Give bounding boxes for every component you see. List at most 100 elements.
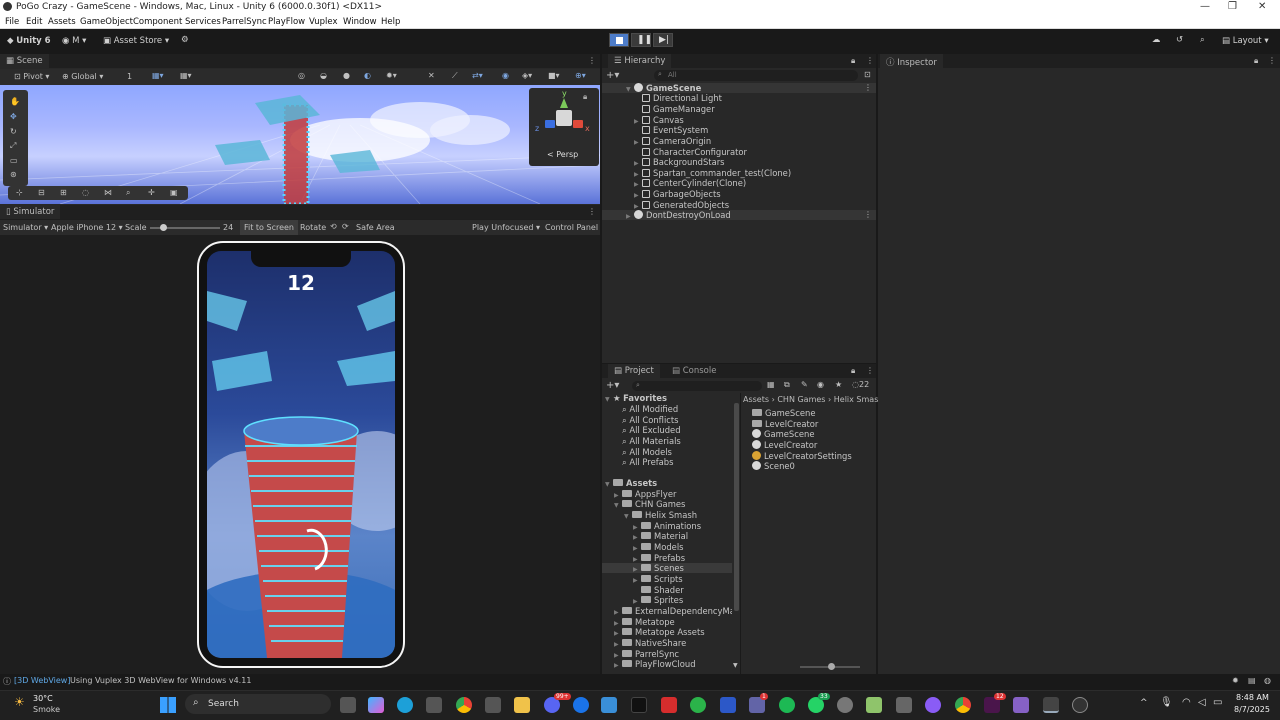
project-divider[interactable]: [740, 393, 741, 674]
project-folder[interactable]: ▶ NativeShare: [614, 638, 686, 649]
favorite-item[interactable]: ⌕ All Excluded: [622, 425, 681, 436]
hierarchy-item[interactable]: ▶ GeneratedObjects: [634, 200, 729, 211]
hierarchy-item[interactable]: ▶ Canvas: [634, 115, 684, 126]
expand-arrow-icon[interactable]: ▶: [614, 662, 622, 669]
history-icon[interactable]: ↺: [1176, 35, 1183, 45]
expand-arrow-icon[interactable]: ▶: [633, 534, 641, 541]
project-folder[interactable]: Shader: [633, 585, 684, 596]
scale-slider-handle[interactable]: [160, 224, 167, 231]
lighting-toggle-icon[interactable]: ✹▾: [386, 71, 397, 80]
expand-arrow-icon[interactable]: ▼: [605, 396, 613, 403]
notepad-icon[interactable]: [866, 697, 882, 713]
hierarchy-menu-icon[interactable]: ⋮: [866, 56, 874, 65]
edge-icon[interactable]: [397, 697, 413, 713]
menu-gameobject[interactable]: GameObject: [80, 17, 133, 27]
project-folder[interactable]: ▶ ParrelSync: [614, 649, 679, 660]
hidden-objects-icon[interactable]: ◈▾: [522, 71, 532, 80]
gizmos-dropdown-icon[interactable]: ⊕▾: [575, 71, 586, 80]
breadcrumb-helix-smash[interactable]: Helix Smas: [834, 395, 879, 404]
breadcrumb-assets[interactable]: Assets: [743, 395, 769, 404]
overlay-tool-2-icon[interactable]: ⊟: [38, 188, 45, 197]
hierarchy-expand-icon[interactable]: ⊡: [864, 70, 871, 79]
scene-menu-icon[interactable]: ⋮: [588, 56, 596, 65]
fx-toggle-icon[interactable]: ⟋: [452, 71, 458, 81]
hand-tool-icon[interactable]: ✋: [10, 97, 20, 106]
expand-arrow-icon[interactable]: ▶: [634, 160, 642, 167]
pivot-dropdown[interactable]: ⊡ Pivot ▾: [14, 72, 49, 81]
asset-item[interactable]: LevelCreator: [752, 419, 818, 430]
project-folder[interactable]: ▶ Models: [633, 542, 684, 553]
effects-dropdown-icon[interactable]: ⇄▾: [472, 71, 483, 80]
asset-store-button[interactable]: ▣ Asset Store ▾: [103, 36, 169, 46]
expand-arrow-icon[interactable]: ▼: [605, 481, 613, 488]
user-button[interactable]: ◉ M ▾: [62, 36, 86, 46]
pen-app-icon[interactable]: [601, 697, 617, 713]
project-folder[interactable]: ▶ Animations: [633, 521, 701, 532]
expand-arrow-icon[interactable]: ▶: [633, 566, 641, 573]
clock-date[interactable]: 8/7/2025: [1234, 705, 1270, 714]
lock-icon[interactable]: 🔒︎: [583, 92, 587, 102]
github-icon[interactable]: [925, 697, 941, 713]
overlay-tool-4-icon[interactable]: ◌: [82, 188, 89, 197]
project-add-button[interactable]: +▾: [606, 380, 619, 391]
asset-item[interactable]: GameScene: [752, 429, 814, 440]
menu-file[interactable]: File: [5, 17, 19, 27]
expand-arrow-icon[interactable]: ▶: [633, 556, 641, 563]
rotate-tool-icon[interactable]: ↻: [10, 127, 17, 136]
debug-icon[interactable]: ✹: [1232, 676, 1239, 685]
menu-component[interactable]: Component: [133, 17, 182, 27]
snap-increment[interactable]: 1: [127, 72, 132, 81]
hierarchy-item[interactable]: ▶ CameraOrigin: [634, 136, 711, 147]
unity-hub-icon[interactable]: [485, 697, 501, 713]
search-by-type-icon[interactable]: ▦: [767, 380, 775, 389]
status-message[interactable]: Using Vuplex 3D WebView for Windows v4.1…: [70, 676, 251, 685]
menu-playflow[interactable]: PlayFlow: [268, 17, 305, 27]
tab-inspector[interactable]: ⓘ Inspector: [880, 54, 943, 68]
calculator-icon[interactable]: [896, 697, 912, 713]
project-folder[interactable]: ▶ Metatope: [614, 617, 675, 628]
hierarchy-scene-root[interactable]: ▼ GameScene: [626, 83, 701, 94]
taskbar-search[interactable]: ⌕ Search: [185, 694, 331, 714]
save-search-icon[interactable]: ✎: [801, 380, 808, 389]
game-screen[interactable]: 12: [207, 251, 395, 658]
notification-icon[interactable]: ◍: [1264, 676, 1271, 685]
persp-toggle[interactable]: < Persp: [547, 150, 578, 159]
control-panel-button[interactable]: Control Panel: [545, 223, 598, 232]
project-folder[interactable]: ▼ Helix Smash: [624, 510, 697, 521]
tab-scene[interactable]: ▦ Scene: [0, 54, 49, 68]
minimize-icon[interactable]: —: [1200, 1, 1210, 12]
project-folder[interactable]: ▼ CHN Games: [614, 499, 685, 510]
menu-window[interactable]: Window: [343, 17, 377, 27]
tab-console[interactable]: ▤ Console: [666, 364, 722, 378]
green-app-icon[interactable]: [690, 697, 706, 713]
audio-toggle-icon[interactable]: ✕: [428, 71, 435, 80]
start-windows-icon[interactable]: [160, 697, 176, 713]
chrome-profile-icon[interactable]: [955, 697, 971, 713]
tab-simulator[interactable]: ▯ Simulator: [0, 205, 61, 219]
copilot-icon[interactable]: [368, 697, 384, 713]
global-dropdown[interactable]: ⊕ Global ▾: [62, 72, 103, 81]
expand-arrow-icon[interactable]: ▼: [624, 513, 632, 520]
grid-visibility-icon[interactable]: ▦▾: [180, 71, 192, 80]
project-folder[interactable]: ▶ Sprites: [633, 595, 683, 606]
clock-time[interactable]: 8:48 AM: [1236, 693, 1269, 702]
maximize-icon[interactable]: ❐: [1228, 1, 1237, 12]
project-folder[interactable]: ▶ Material: [633, 531, 688, 542]
microphone-icon[interactable]: 🎙︎: [1160, 697, 1173, 708]
hierarchy-lock-icon[interactable]: 🔒︎: [851, 56, 855, 66]
asset-item[interactable]: Scene0: [752, 461, 795, 472]
cloud-icon[interactable]: ☁: [1152, 35, 1161, 45]
project-folder[interactable]: ▶ PlayFlowCloud: [614, 659, 696, 670]
record-app-icon[interactable]: [1072, 697, 1088, 713]
settings-app-icon[interactable]: [837, 697, 853, 713]
device-dropdown[interactable]: Apple iPhone 12 ▾: [51, 223, 123, 232]
shading-wireframe-icon[interactable]: ◒: [320, 71, 327, 80]
project-tree-scrollbar[interactable]: [734, 403, 739, 611]
orientation-gizmo[interactable]: y x z < Persp 🔒︎: [529, 88, 599, 166]
rotate-right-icon[interactable]: ⟳: [342, 222, 349, 231]
safe-area-toggle[interactable]: Safe Area: [356, 223, 395, 232]
breadcrumb-chn-games[interactable]: CHN Games: [777, 395, 825, 404]
project-menu-icon[interactable]: ⋮: [866, 366, 874, 375]
menu-services[interactable]: Services: [185, 17, 221, 27]
project-folder[interactable]: ▶ Metatope Assets: [614, 627, 705, 638]
